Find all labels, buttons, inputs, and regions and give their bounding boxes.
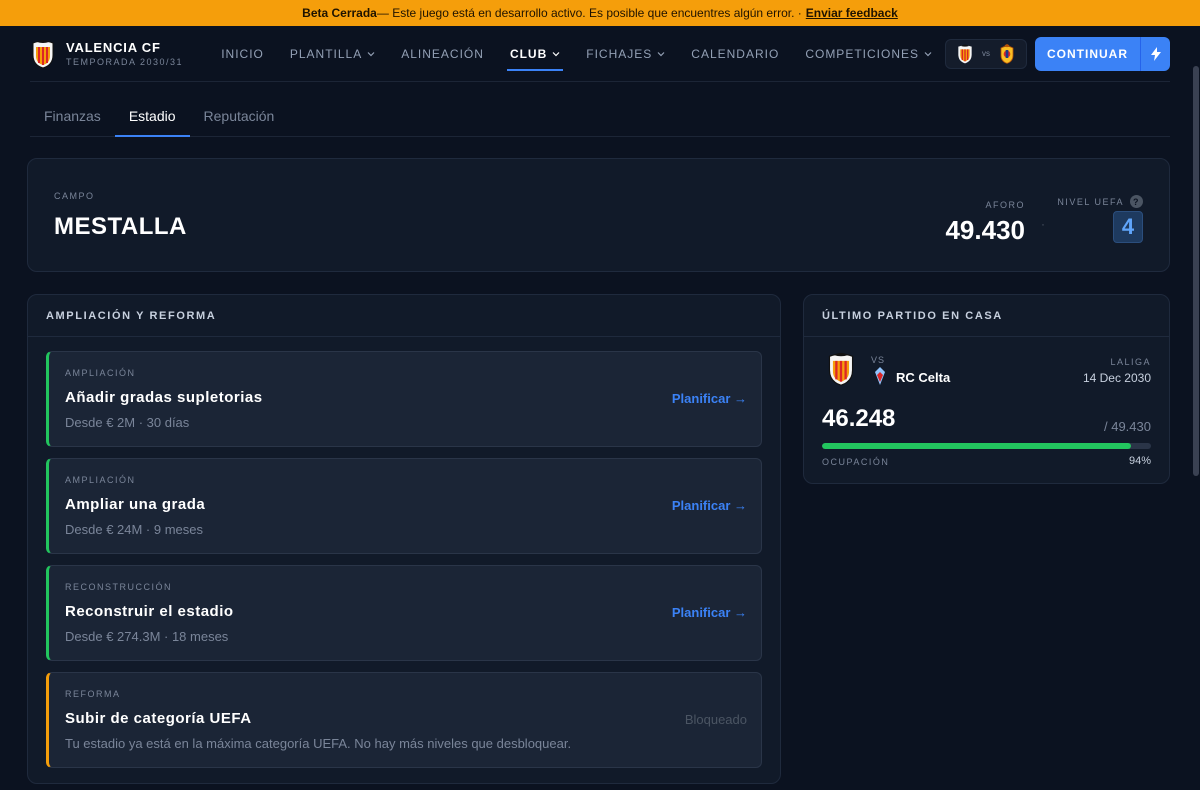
locked-label: Bloqueado [684, 712, 747, 727]
villarreal-crest-icon [1000, 43, 1014, 64]
top-header: VALENCIA CF TEMPORADA 2030/31 INICIO PLAN… [30, 26, 1170, 82]
occupancy-value: 94% [1128, 455, 1151, 467]
option-description: Desde € 24M · 9 meses [65, 522, 204, 537]
vs-label: vs [982, 49, 990, 58]
lightning-icon[interactable] [1140, 36, 1170, 71]
plan-button[interactable]: Planificar → [672, 605, 747, 620]
beta-label: Beta Cerrada [302, 6, 377, 20]
option-description: Desde € 274.3M · 18 meses [65, 629, 229, 644]
tab-estadio[interactable]: Estadio [114, 108, 190, 137]
competition-label: LALIGA [1110, 357, 1151, 367]
nav-item-label: CLUB [509, 46, 548, 61]
option-title: Reconstruir el estadio [65, 603, 234, 620]
tab-finanzas[interactable]: Finanzas [30, 108, 115, 136]
club-tabs: Finanzas Estadio Reputación [30, 82, 1170, 137]
expansion-option: RECONSTRUCCIÓN Reconstruir el estadio Desd… [46, 565, 762, 661]
nav-item-label: FICHAJES [586, 46, 653, 61]
main-nav: INICIO PLANTILLA ALINEACIÓN CLUB FICHAJES CAL… [208, 26, 945, 81]
expansion-option: AMPLIACIÓN Añadir gradas supletorias Desde… [46, 351, 762, 447]
chevron-down-icon [657, 51, 665, 56]
nav-item-alineacion[interactable]: ALINEACIÓN [388, 26, 497, 81]
uefa-label-row: NIVEL UEFA ? [1057, 195, 1143, 208]
aforo-value: 49.430 [945, 215, 1025, 245]
option-category: AMPLIACIÓN [65, 368, 136, 378]
nav-item-label: CALENDARIO [691, 46, 780, 61]
nav-item-label: INICIO [221, 46, 264, 61]
season-label: TEMPORADA 2030/31 [66, 57, 184, 67]
continue-label: CONTINUAR [1047, 46, 1128, 61]
campo-label: CAMPO [54, 191, 95, 201]
option-category: RECONSTRUCCIÓN [65, 582, 173, 592]
aforo-label: AFORO [985, 200, 1025, 210]
feedback-link[interactable]: Enviar feedback [806, 6, 898, 20]
stadium-card: CAMPO MESTALLA AFORO 49.430 · NIVEL UEFA… [27, 158, 1170, 272]
option-title: Ampliar una grada [65, 496, 206, 513]
next-match-pill[interactable]: vs [945, 38, 1027, 69]
last-match-title: ÚLTIMO PARTIDO EN CASA [804, 295, 1169, 337]
expansion-panel: AMPLIACIÓN Y REFORMA AMPLIACIÓN Añadir gr… [27, 294, 781, 784]
nav-item-plantilla[interactable]: PLANTILLA [277, 26, 388, 81]
match-date: 14 Dec 2030 [1082, 371, 1151, 385]
help-icon[interactable]: ? [1130, 195, 1143, 208]
celta-crest-icon [875, 367, 885, 385]
header-actions: vs CONTINUAR [945, 36, 1170, 71]
chevron-down-icon [552, 51, 560, 56]
nav-item-club[interactable]: CLUB [497, 26, 573, 81]
capacity-value: / 49.430 [1104, 419, 1151, 434]
expansion-option: AMPLIACIÓN Ampliar una grada Desde € 24M ·… [46, 458, 762, 554]
option-title: Subir de categoría UEFA [65, 710, 252, 727]
brand[interactable]: VALENCIA CF TEMPORADA 2030/31 [30, 39, 208, 69]
expansion-title: AMPLIACIÓN Y REFORMA [28, 295, 780, 337]
uefa-level-badge: 4 [1113, 211, 1143, 243]
scrollbar-thumb[interactable] [1193, 66, 1199, 476]
plan-button[interactable]: Planificar → [672, 391, 747, 406]
continue-button[interactable]: CONTINUAR [1035, 36, 1170, 71]
club-name: VALENCIA CF [66, 40, 161, 55]
occupancy-bar [822, 443, 1151, 449]
occupancy-bar-fill [822, 443, 1132, 449]
option-description: Tu estadio ya está en la máxima categorí… [65, 736, 572, 751]
nav-item-inicio[interactable]: INICIO [208, 26, 277, 81]
expansion-option: REFORMA Subir de categoría UEFA Tu estadio… [46, 672, 762, 768]
occupancy-label: OCUPACIÓN [822, 457, 890, 467]
attendance-value: 46.248 [822, 405, 896, 432]
plan-button[interactable]: Planificar → [672, 498, 747, 513]
nav-item-label: PLANTILLA [289, 46, 363, 61]
valencia-crest-icon [828, 352, 854, 386]
option-description: Desde € 2M · 30 días [65, 415, 190, 430]
chevron-down-icon [367, 51, 375, 56]
option-title: Añadir gradas supletorias [65, 389, 263, 406]
opponent-name: RC Celta [896, 370, 951, 385]
beta-text: — Este juego está en desarrollo activo. … [376, 6, 802, 20]
stadium-name: MESTALLA [54, 213, 187, 240]
nav-item-fichajes[interactable]: FICHAJES [573, 26, 678, 81]
chevron-down-icon [924, 51, 932, 56]
last-match-panel: ÚLTIMO PARTIDO EN CASA VS RC Celta LALIG… [803, 294, 1170, 484]
beta-banner: Beta Cerrada — Este juego está en desarr… [0, 0, 1200, 26]
nav-item-label: COMPETICIONES [805, 46, 919, 61]
tab-reputacion[interactable]: Reputación [190, 108, 289, 136]
nav-item-competiciones[interactable]: COMPETICIONES [792, 26, 945, 81]
separator-dot: · [1041, 217, 1045, 231]
uefa-label: NIVEL UEFA [1057, 196, 1124, 207]
valencia-crest-icon [32, 39, 54, 69]
nav-item-label: ALINEACIÓN [401, 46, 484, 61]
scrollbar[interactable] [1192, 26, 1200, 790]
valencia-crest-icon [958, 44, 972, 63]
match-vs-label: VS [871, 355, 886, 365]
option-category: AMPLIACIÓN [65, 475, 136, 485]
nav-item-calendario[interactable]: CALENDARIO [678, 26, 792, 81]
option-category: REFORMA [65, 689, 121, 699]
